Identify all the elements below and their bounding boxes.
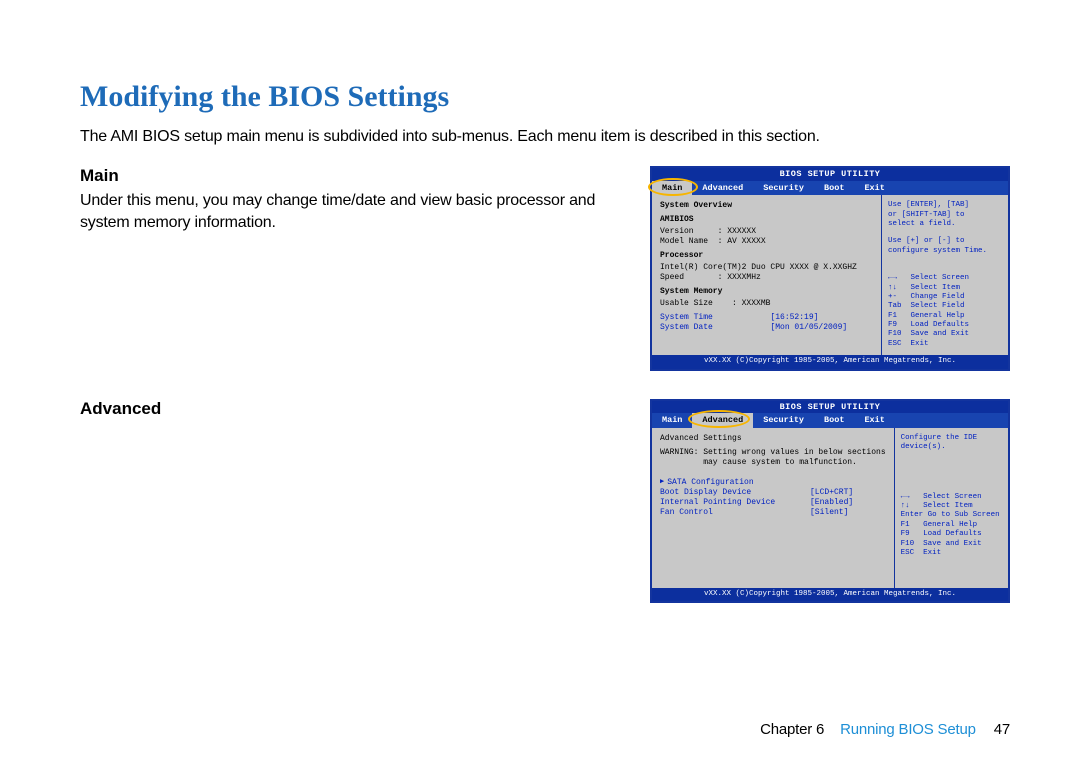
bios-tab-advanced[interactable]: Advanced <box>692 413 753 428</box>
boot-display-label[interactable]: Boot Display Device <box>660 488 810 498</box>
time-value[interactable]: [16:52:19] <box>770 313 818 323</box>
footer-chapter: Chapter 6 <box>760 721 824 738</box>
pointing-device-value[interactable]: [Enabled] <box>810 498 853 508</box>
page-footer: Chapter 6 Running BIOS Setup 47 <box>760 721 1010 738</box>
boot-display-value[interactable]: [LCD+CRT] <box>810 488 853 498</box>
bios-tab-main[interactable]: Main <box>652 413 692 428</box>
bios-tab-exit[interactable]: Exit <box>854 413 894 428</box>
speed-value: : XXXXMHz <box>718 273 761 283</box>
bios-tab-security[interactable]: Security <box>753 181 814 196</box>
bios-main-screenshot: BIOS SETUP UTILITY Main Advanced Securit… <box>650 166 1010 371</box>
bios-copyright: vXX.XX (C)Copyright 1985-2005, American … <box>652 355 1008 368</box>
bios-tabs: Main Advanced Security Boot Exit <box>652 413 1008 428</box>
time-label: System Time <box>660 313 713 323</box>
date-label: System Date <box>660 323 713 333</box>
hint-plus-minus: Use [+] or [-] to configure system Time. <box>888 237 1002 256</box>
bios-main-right: Use [ENTER], [TAB] or [SHIFT-TAB] to sel… <box>882 195 1008 355</box>
processor-head: Processor <box>660 251 873 261</box>
amibios-head: AMIBIOS <box>660 215 873 225</box>
bios-tab-main[interactable]: Main <box>652 181 692 196</box>
fan-control-value[interactable]: [Silent] <box>810 508 848 518</box>
pointing-device-label[interactable]: Internal Pointing Device <box>660 498 810 508</box>
bios-tab-boot[interactable]: Boot <box>814 413 854 428</box>
bios-advanced-screenshot: BIOS SETUP UTILITY Main Advanced Securit… <box>650 399 1010 604</box>
mem-value: : XXXXMB <box>732 299 770 309</box>
sata-config-item[interactable]: SATA Configuration <box>667 478 753 488</box>
page-title: Modifying the BIOS Settings <box>80 80 1010 114</box>
bios-copyright: vXX.XX (C)Copyright 1985-2005, American … <box>652 588 1008 601</box>
bios-tab-exit[interactable]: Exit <box>854 181 894 196</box>
bios-tab-security[interactable]: Security <box>753 413 814 428</box>
model-value: : AV XXXXX <box>718 237 766 247</box>
bios-advanced-right: Configure the IDE device(s). ←→ Select S… <box>895 428 1008 588</box>
version-value: : XXXXXX <box>718 227 756 237</box>
footer-chapter-title: Running BIOS Setup <box>840 721 976 738</box>
advanced-warning: WARNING: Setting wrong values in below s… <box>660 448 886 468</box>
footer-page-number: 47 <box>994 721 1010 738</box>
intro-text: The AMI BIOS setup main menu is subdivid… <box>80 128 1010 146</box>
tab-label: Main <box>662 183 682 193</box>
advanced-heading: Advanced <box>80 399 628 419</box>
hint-configure-ide: Configure the IDE device(s). <box>901 434 1002 453</box>
submenu-arrow-icon <box>660 478 667 488</box>
mem-label: Usable Size <box>660 299 713 309</box>
date-value[interactable]: [Mon 01/05/2009] <box>770 323 847 333</box>
main-desc: Under this menu, you may change time/dat… <box>80 190 628 233</box>
hint-enter-tab: Use [ENTER], [TAB] or [SHIFT-TAB] to sel… <box>888 201 1002 229</box>
bios-utility-title: BIOS SETUP UTILITY <box>652 168 1008 181</box>
fan-control-label[interactable]: Fan Control <box>660 508 810 518</box>
key-help: ←→ Select Screen ↑↓ Select Item +- Chang… <box>888 274 1002 349</box>
key-help: ←→ Select Screen ↑↓ Select Item Enter Go… <box>901 493 1002 559</box>
memory-head: System Memory <box>660 287 873 297</box>
bios-utility-title: BIOS SETUP UTILITY <box>652 401 1008 414</box>
speed-label: Speed <box>660 273 684 283</box>
bios-tab-advanced[interactable]: Advanced <box>692 181 753 196</box>
model-label: Model Name <box>660 237 708 247</box>
bios-advanced-left: Advanced Settings WARNING: Setting wrong… <box>652 428 895 588</box>
main-heading: Main <box>80 166 628 186</box>
advanced-settings-head: Advanced Settings <box>660 434 886 444</box>
document-page: Modifying the BIOS Settings The AMI BIOS… <box>0 0 1080 760</box>
system-overview-head: System Overview <box>660 201 873 211</box>
section-main: Main Under this menu, you may change tim… <box>80 166 1010 371</box>
tab-label: Advanced <box>702 415 743 425</box>
bios-main-left: System Overview AMIBIOS Version : XXXXXX… <box>652 195 882 355</box>
processor-line: Intel(R) Core(TM)2 Duo CPU XXXX @ X.XXGH… <box>660 263 873 273</box>
section-advanced: Advanced BIOS SETUP UTILITY Main Advance… <box>80 399 1010 604</box>
version-label: Version <box>660 227 694 237</box>
bios-tab-boot[interactable]: Boot <box>814 181 854 196</box>
bios-tabs: Main Advanced Security Boot Exit <box>652 181 1008 196</box>
